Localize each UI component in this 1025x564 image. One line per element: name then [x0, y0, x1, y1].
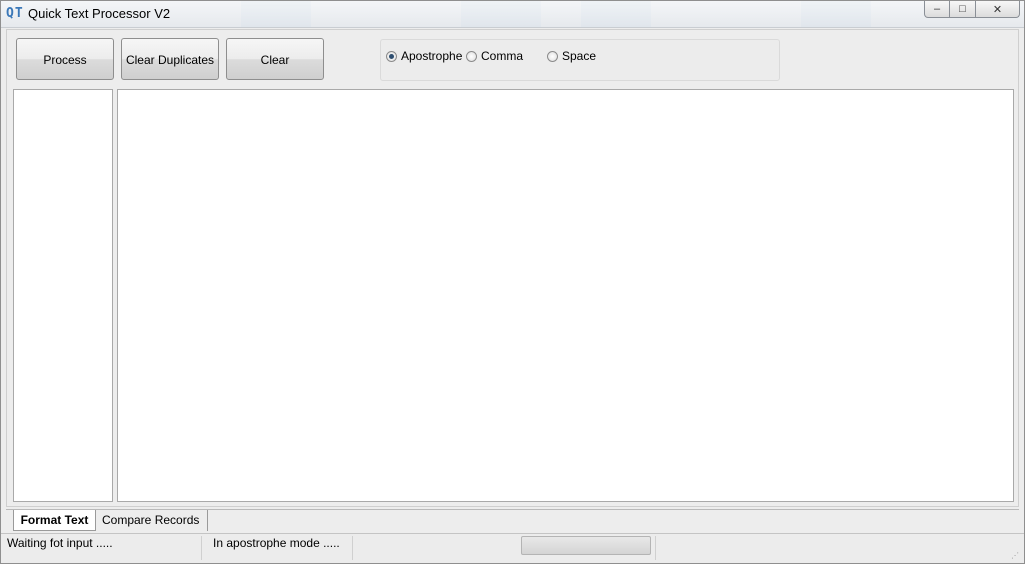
process-button[interactable]: Process: [16, 38, 114, 80]
app-icon: QT: [6, 6, 24, 21]
clear-button[interactable]: Clear: [226, 38, 324, 80]
delimiter-radio-group: Apostrophe Comma Space: [380, 39, 780, 81]
radio-space[interactable]: Space: [547, 49, 596, 63]
status-input: Waiting fot input .....: [1, 536, 202, 560]
maximize-icon: □: [959, 3, 966, 15]
text-editor[interactable]: [117, 89, 1014, 502]
status-spacer: [655, 536, 1021, 560]
radio-unchecked-icon[interactable]: [466, 50, 477, 62]
radio-space-label: Space: [562, 49, 597, 63]
radio-comma[interactable]: Comma: [466, 49, 523, 63]
window-title: Quick Text Processor V2: [28, 6, 171, 21]
minimize-icon: –: [933, 3, 941, 15]
radio-checked-icon[interactable]: [386, 50, 397, 62]
radio-apostrophe[interactable]: Apostrophe: [386, 49, 462, 63]
title-bar-glass: [241, 1, 311, 27]
radio-comma-label: Comma: [481, 49, 524, 63]
resize-grip-icon[interactable]: ⋰: [1011, 551, 1021, 561]
title-bar-glass: [581, 1, 651, 27]
tab-bar: Format Text Compare Records: [6, 509, 1019, 532]
tab-format-text[interactable]: Format Text: [13, 510, 96, 531]
close-button[interactable]: ✕: [976, 1, 1020, 18]
close-icon: ✕: [992, 3, 1003, 16]
clear-duplicates-button[interactable]: Clear Duplicates: [121, 38, 219, 80]
title-bar-glass: [461, 1, 541, 27]
progress-bar: [521, 536, 651, 555]
status-mode: In apostrophe mode .....: [207, 536, 353, 560]
radio-unchecked-icon[interactable]: [547, 50, 558, 62]
tab-compare-records[interactable]: Compare Records: [96, 510, 208, 531]
maximize-button[interactable]: □: [950, 1, 976, 18]
window-controls: – □ ✕: [924, 1, 1020, 19]
app-window: QT Quick Text Processor V2 – □ ✕ Process…: [0, 0, 1025, 564]
record-list[interactable]: [13, 89, 113, 502]
title-bar[interactable]: QT Quick Text Processor V2 – □ ✕: [1, 1, 1024, 28]
format-text-panel: Process Clear Duplicates Clear Apostroph…: [6, 29, 1019, 507]
title-bar-glass: [801, 1, 871, 27]
radio-apostrophe-label: Apostrophe: [401, 49, 463, 63]
minimize-button[interactable]: –: [924, 1, 950, 18]
status-bar: Waiting fot input ..... In apostrophe mo…: [1, 533, 1024, 563]
